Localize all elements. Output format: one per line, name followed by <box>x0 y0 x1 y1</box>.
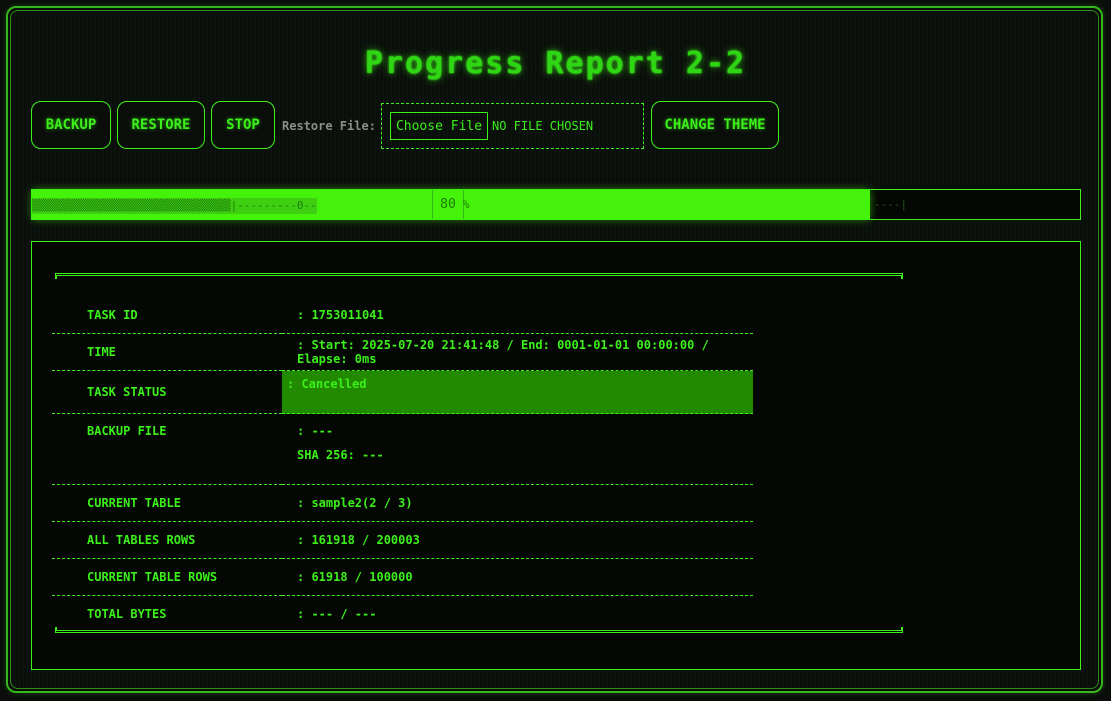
table-row: BACKUP FILE : --- SHA 256: --- <box>52 413 753 485</box>
choose-file-button[interactable]: Choose File <box>390 112 488 140</box>
file-status-text: NO FILE CHOSEN <box>492 119 594 133</box>
change-theme-button[interactable]: CHANGE THEME <box>651 101 779 149</box>
row-label: BACKUP FILE <box>52 413 282 485</box>
row-label: TASK ID <box>52 297 282 334</box>
info-table: TASK ID : 1753011041 TIME : Start: 2025-… <box>52 297 753 632</box>
backup-button[interactable]: BACKUP <box>31 101 111 149</box>
row-label: TIME <box>52 333 282 371</box>
stop-button[interactable]: STOP <box>211 101 275 149</box>
panel-bottom-rule <box>55 627 903 633</box>
progress-ascii-bar: ▒▒▒▒▒▒▒▒▒▒▒▒▒▒▒▒▒▒▒▒▒▒▒▒▒▒▒▒▒▒|---------… <box>32 198 317 214</box>
table-row: CURRENT TABLE ROWS : 61918 / 100000 <box>52 558 753 596</box>
row-label: TASK STATUS <box>52 370 282 414</box>
status-badge: : Cancelled <box>282 370 753 414</box>
row-value: : --- SHA 256: --- <box>282 413 753 485</box>
row-label: ALL TABLES ROWS <box>52 521 282 559</box>
panel-top-rule <box>55 273 903 279</box>
row-value: : sample2(2 / 3) <box>282 484 753 522</box>
file-input[interactable]: Choose File NO FILE CHOSEN <box>381 103 644 149</box>
page-title: Progress Report 2-2 <box>364 46 747 81</box>
row-label: CURRENT TABLE ROWS <box>52 558 282 596</box>
row-value: : 61918 / 100000 <box>282 558 753 596</box>
row-value: : 161918 / 200003 <box>282 521 753 559</box>
row-value: : 1753011041 <box>282 297 753 334</box>
table-row: TASK STATUS : Cancelled <box>52 370 753 414</box>
backup-file-value: : --- <box>297 424 334 438</box>
progress-percent-sign: % <box>463 198 470 211</box>
report-panel: TASK ID : 1753011041 TIME : Start: 2025-… <box>31 241 1081 670</box>
progress-bar: ▒▒▒▒▒▒▒▒▒▒▒▒▒▒▒▒▒▒▒▒▒▒▒▒▒▒▒▒▒▒|---------… <box>31 189 1081 220</box>
sha256-value: SHA 256: --- <box>297 448 384 462</box>
table-row: CURRENT TABLE : sample2(2 / 3) <box>52 484 753 522</box>
table-row: TIME : Start: 2025-07-20 21:41:48 / End:… <box>52 333 753 371</box>
row-value: : Start: 2025-07-20 21:41:48 / End: 0001… <box>282 333 753 371</box>
progress-tail-marker: ----| <box>874 198 908 211</box>
row-label: CURRENT TABLE <box>52 484 282 522</box>
table-row: TASK ID : 1753011041 <box>52 297 753 334</box>
restore-button[interactable]: RESTORE <box>117 101 205 149</box>
restore-file-label: Restore File: <box>282 119 376 133</box>
progress-percent-value: 80 <box>432 190 464 219</box>
table-row: ALL TABLES ROWS : 161918 / 200003 <box>52 521 753 559</box>
